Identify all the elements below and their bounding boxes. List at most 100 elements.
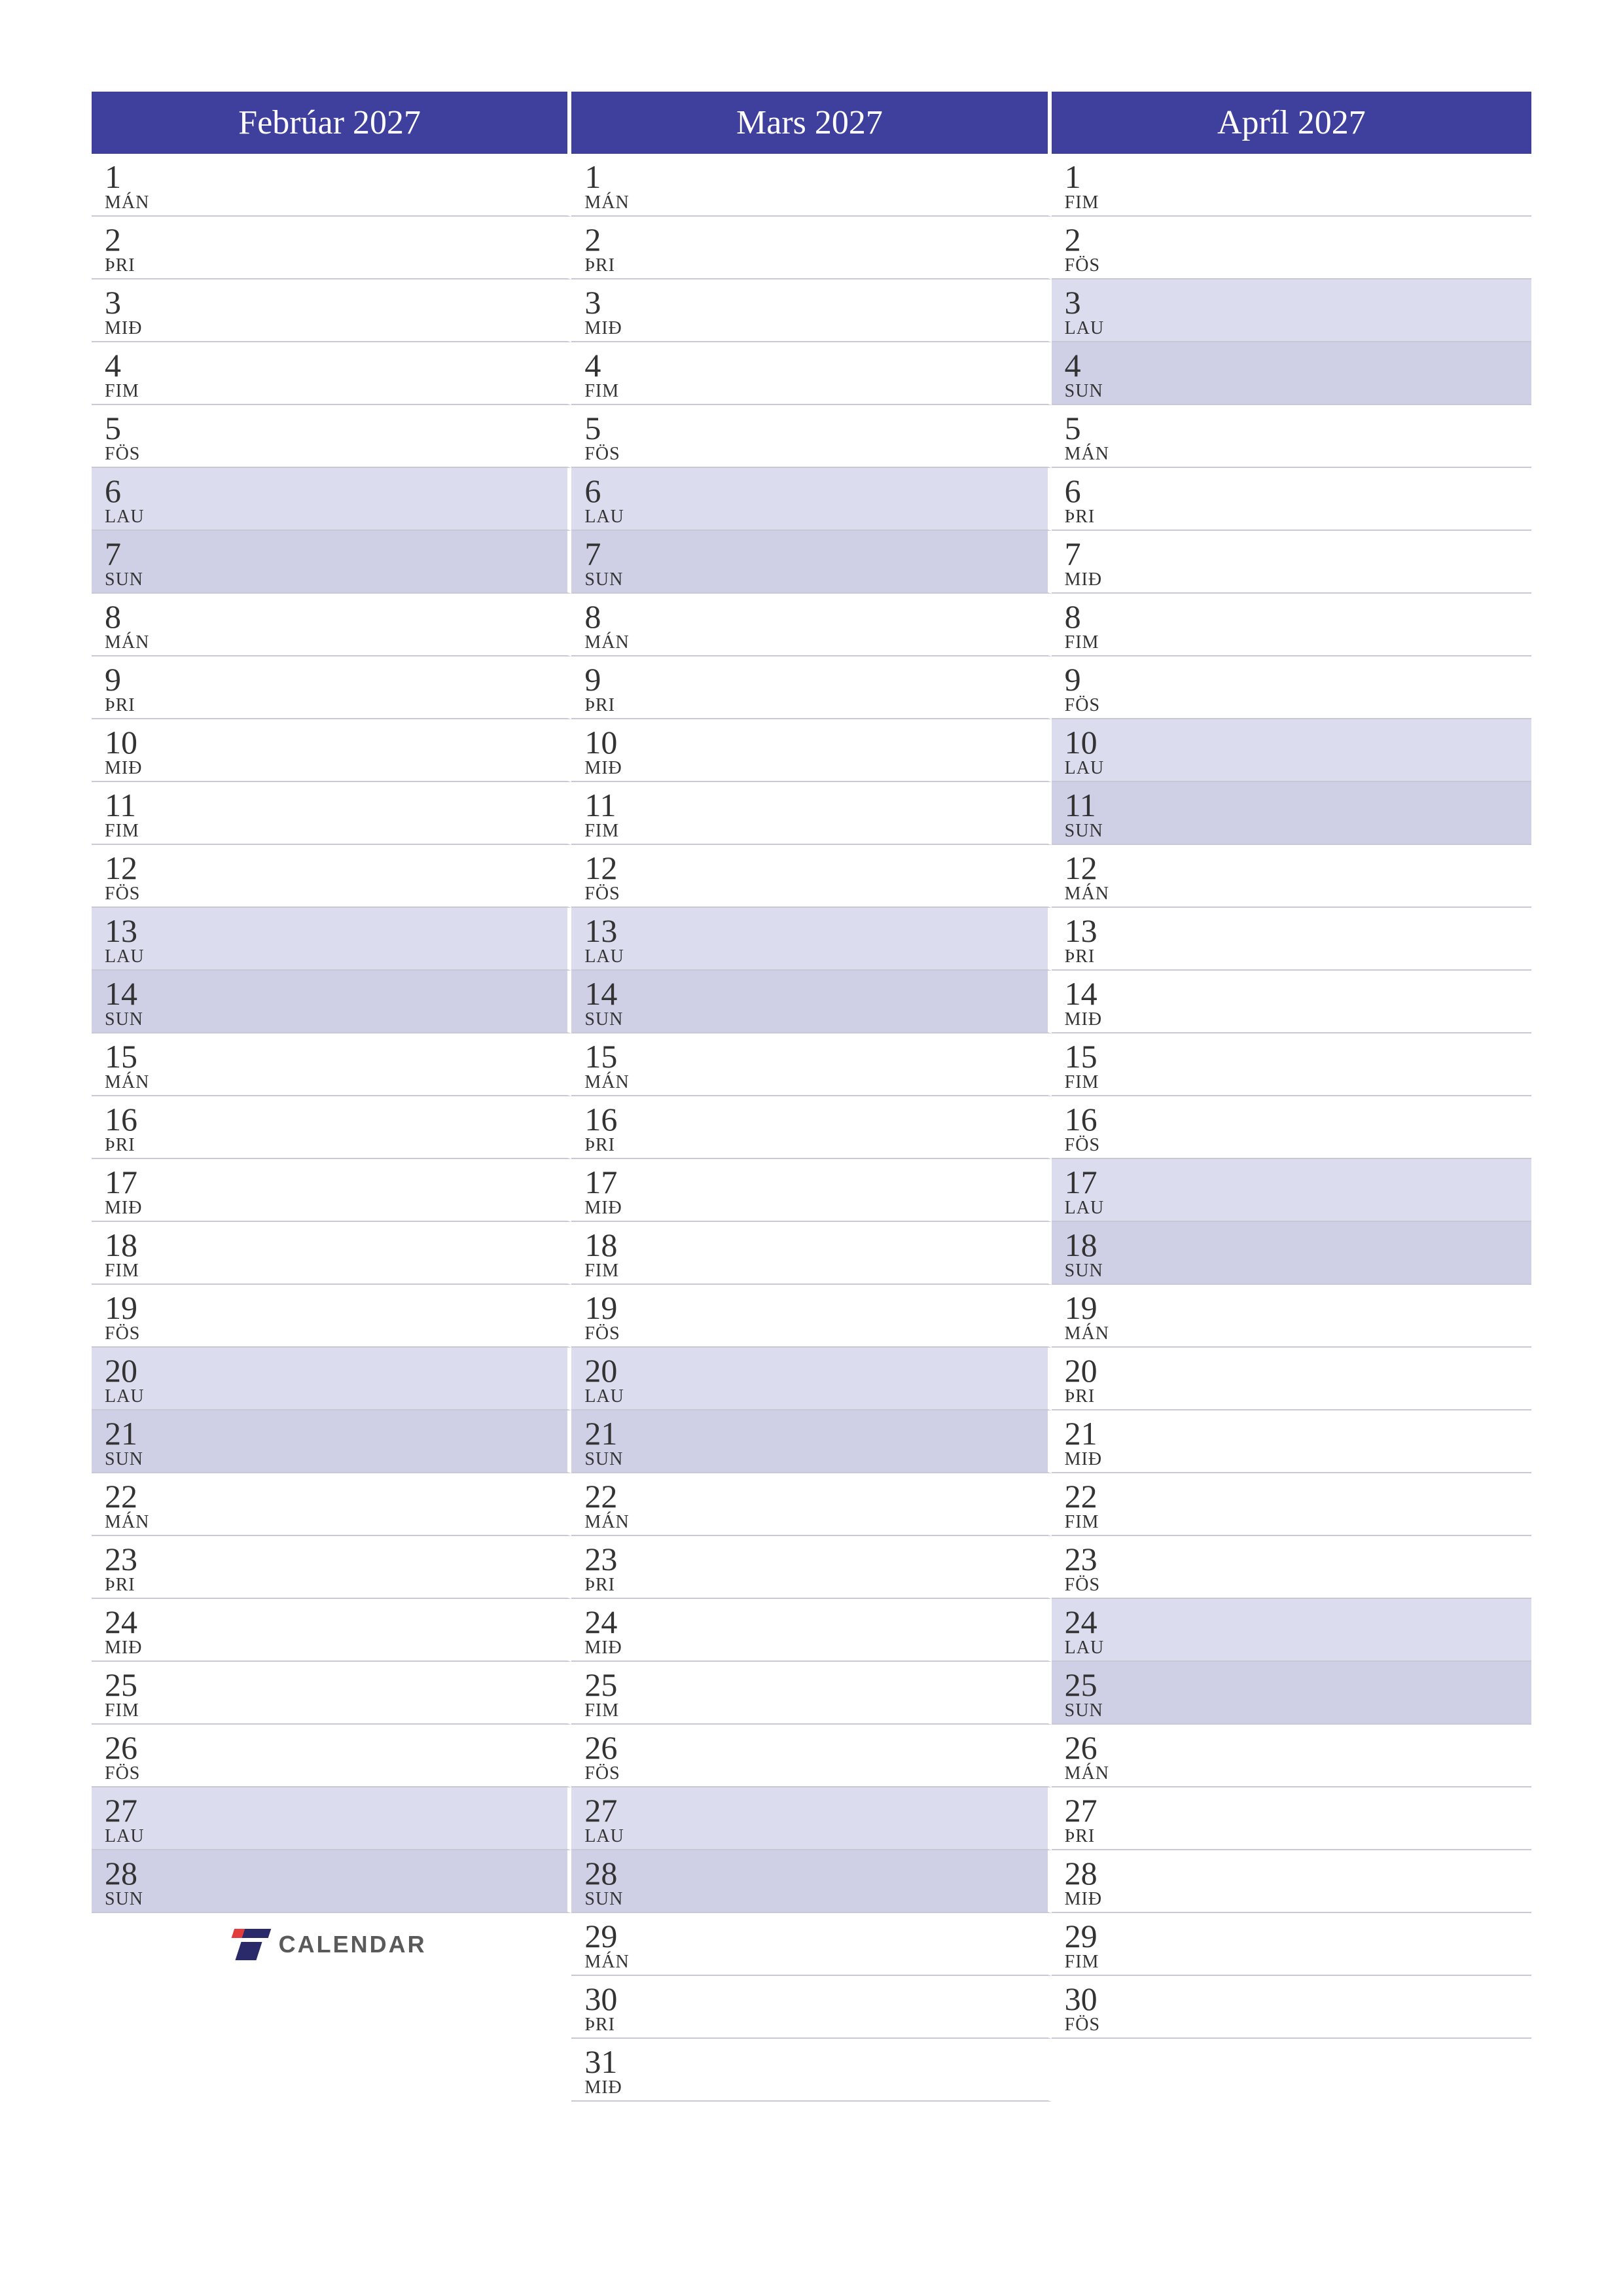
day-cell: 26FÖS <box>92 1725 571 1787</box>
month-column: Febrúar 20271MÁN2ÞRI3MIÐ4FIM5FÖS6LAU7SUN… <box>92 92 571 2102</box>
day-number: 12 <box>1065 851 1531 886</box>
day-of-week-label: FÖS <box>105 885 567 903</box>
day-cell: 15FIM <box>1052 1033 1531 1096</box>
day-of-week-label: FÖS <box>1065 2016 1531 2034</box>
day-of-week-label: MÁN <box>105 1513 567 1532</box>
day-number: 21 <box>584 1416 1047 1451</box>
day-of-week-label: MIÐ <box>584 759 1047 778</box>
logo-text: CALENDAR <box>279 1931 427 1958</box>
day-number: 27 <box>105 1793 567 1828</box>
day-number: 5 <box>1065 411 1531 446</box>
day-of-week-label: SUN <box>584 1890 1047 1909</box>
day-cell: 18FIM <box>571 1222 1051 1285</box>
day-of-week-label: SUN <box>105 571 567 589</box>
day-cell: 9ÞRI <box>92 656 571 719</box>
day-of-week-label: SUN <box>105 1890 567 1909</box>
day-of-week-label: ÞRI <box>105 696 567 715</box>
day-of-week-label: MIÐ <box>1065 1011 1531 1029</box>
day-number: 25 <box>1065 1668 1531 1702</box>
day-cell: 4FIM <box>571 342 1051 405</box>
day-cell: 8FIM <box>1052 594 1531 656</box>
day-of-week-label: FIM <box>584 1262 1047 1280</box>
day-cell: 10LAU <box>1052 719 1531 782</box>
day-cell: 20ÞRI <box>1052 1348 1531 1410</box>
day-cell: 17MIÐ <box>92 1159 571 1222</box>
day-of-week-label: LAU <box>584 1827 1047 1846</box>
day-cell: 24MIÐ <box>92 1599 571 1662</box>
day-number: 16 <box>584 1102 1047 1137</box>
day-of-week-label: ÞRI <box>1065 1388 1531 1406</box>
day-of-week-label: SUN <box>105 1450 567 1469</box>
day-cell: 14MIÐ <box>1052 971 1531 1033</box>
day-of-week-label: FÖS <box>584 1765 1047 1783</box>
day-number: 5 <box>105 411 567 446</box>
day-of-week-label: FÖS <box>584 445 1047 463</box>
day-of-week-label: FIM <box>1065 1513 1531 1532</box>
day-of-week-label: LAU <box>105 1827 567 1846</box>
day-cell: 14SUN <box>92 971 571 1033</box>
day-of-week-label: MIÐ <box>584 1639 1047 1657</box>
day-cell: 25FIM <box>571 1662 1051 1725</box>
day-number: 29 <box>584 1919 1047 1954</box>
day-number: 8 <box>105 600 567 634</box>
day-of-week-label: FÖS <box>1065 696 1531 715</box>
day-number: 29 <box>1065 1919 1531 1954</box>
day-of-week-label: SUN <box>584 1450 1047 1469</box>
day-cell: 23ÞRI <box>92 1536 571 1599</box>
day-number: 10 <box>584 725 1047 760</box>
day-cell: 1MÁN <box>92 154 571 217</box>
day-number: 23 <box>1065 1542 1531 1577</box>
day-number: 12 <box>584 851 1047 886</box>
day-of-week-label: LAU <box>1065 1199 1531 1217</box>
day-of-week-label: MIÐ <box>1065 1450 1531 1469</box>
day-of-week-label: FIM <box>584 1702 1047 1720</box>
day-cell: 17MIÐ <box>571 1159 1051 1222</box>
day-of-week-label: MÁN <box>1065 445 1531 463</box>
day-number: 15 <box>105 1039 567 1074</box>
day-cell: 8MÁN <box>92 594 571 656</box>
day-number: 31 <box>584 2045 1047 2079</box>
day-cell: 2ÞRI <box>571 217 1051 279</box>
day-of-week-label: ÞRI <box>584 696 1047 715</box>
day-cell: 29MÁN <box>571 1913 1051 1976</box>
brand-logo: CALENDAR <box>233 1929 427 1960</box>
day-number: 2 <box>584 223 1047 257</box>
day-number: 19 <box>584 1291 1047 1325</box>
day-number: 20 <box>105 1354 567 1388</box>
day-cell: 24LAU <box>1052 1599 1531 1662</box>
day-of-week-label: FÖS <box>105 1325 567 1343</box>
day-of-week-label: ÞRI <box>584 257 1047 275</box>
day-of-week-label: ÞRI <box>105 257 567 275</box>
day-number: 22 <box>105 1479 567 1514</box>
day-cell: 7SUN <box>92 531 571 594</box>
day-number: 3 <box>1065 285 1531 320</box>
day-number: 14 <box>1065 977 1531 1011</box>
day-cell: 28SUN <box>92 1850 571 1913</box>
day-number: 7 <box>1065 537 1531 571</box>
day-number: 1 <box>584 160 1047 194</box>
day-number: 25 <box>584 1668 1047 1702</box>
day-number: 22 <box>584 1479 1047 1514</box>
day-of-week-label: FÖS <box>584 885 1047 903</box>
day-of-week-label: MIÐ <box>105 319 567 338</box>
day-number: 21 <box>1065 1416 1531 1451</box>
day-of-week-label: LAU <box>105 1388 567 1406</box>
day-number: 5 <box>584 411 1047 446</box>
day-cell: 7MIÐ <box>1052 531 1531 594</box>
day-cell: 1MÁN <box>571 154 1051 217</box>
day-number: 20 <box>584 1354 1047 1388</box>
day-cell: 30FÖS <box>1052 1976 1531 2039</box>
day-cell: 22FIM <box>1052 1473 1531 1536</box>
day-of-week-label: MÁN <box>105 1073 567 1092</box>
day-of-week-label: FIM <box>105 1702 567 1720</box>
day-cell: 3LAU <box>1052 279 1531 342</box>
day-cell: 28MIÐ <box>1052 1850 1531 1913</box>
day-of-week-label: LAU <box>584 508 1047 526</box>
day-number: 1 <box>1065 160 1531 194</box>
day-number: 9 <box>1065 662 1531 697</box>
day-cell: 26FÖS <box>571 1725 1051 1787</box>
day-of-week-label: ÞRI <box>584 1576 1047 1594</box>
day-cell: 12FÖS <box>571 845 1051 908</box>
day-number: 25 <box>105 1668 567 1702</box>
day-of-week-label: FÖS <box>1065 1136 1531 1155</box>
